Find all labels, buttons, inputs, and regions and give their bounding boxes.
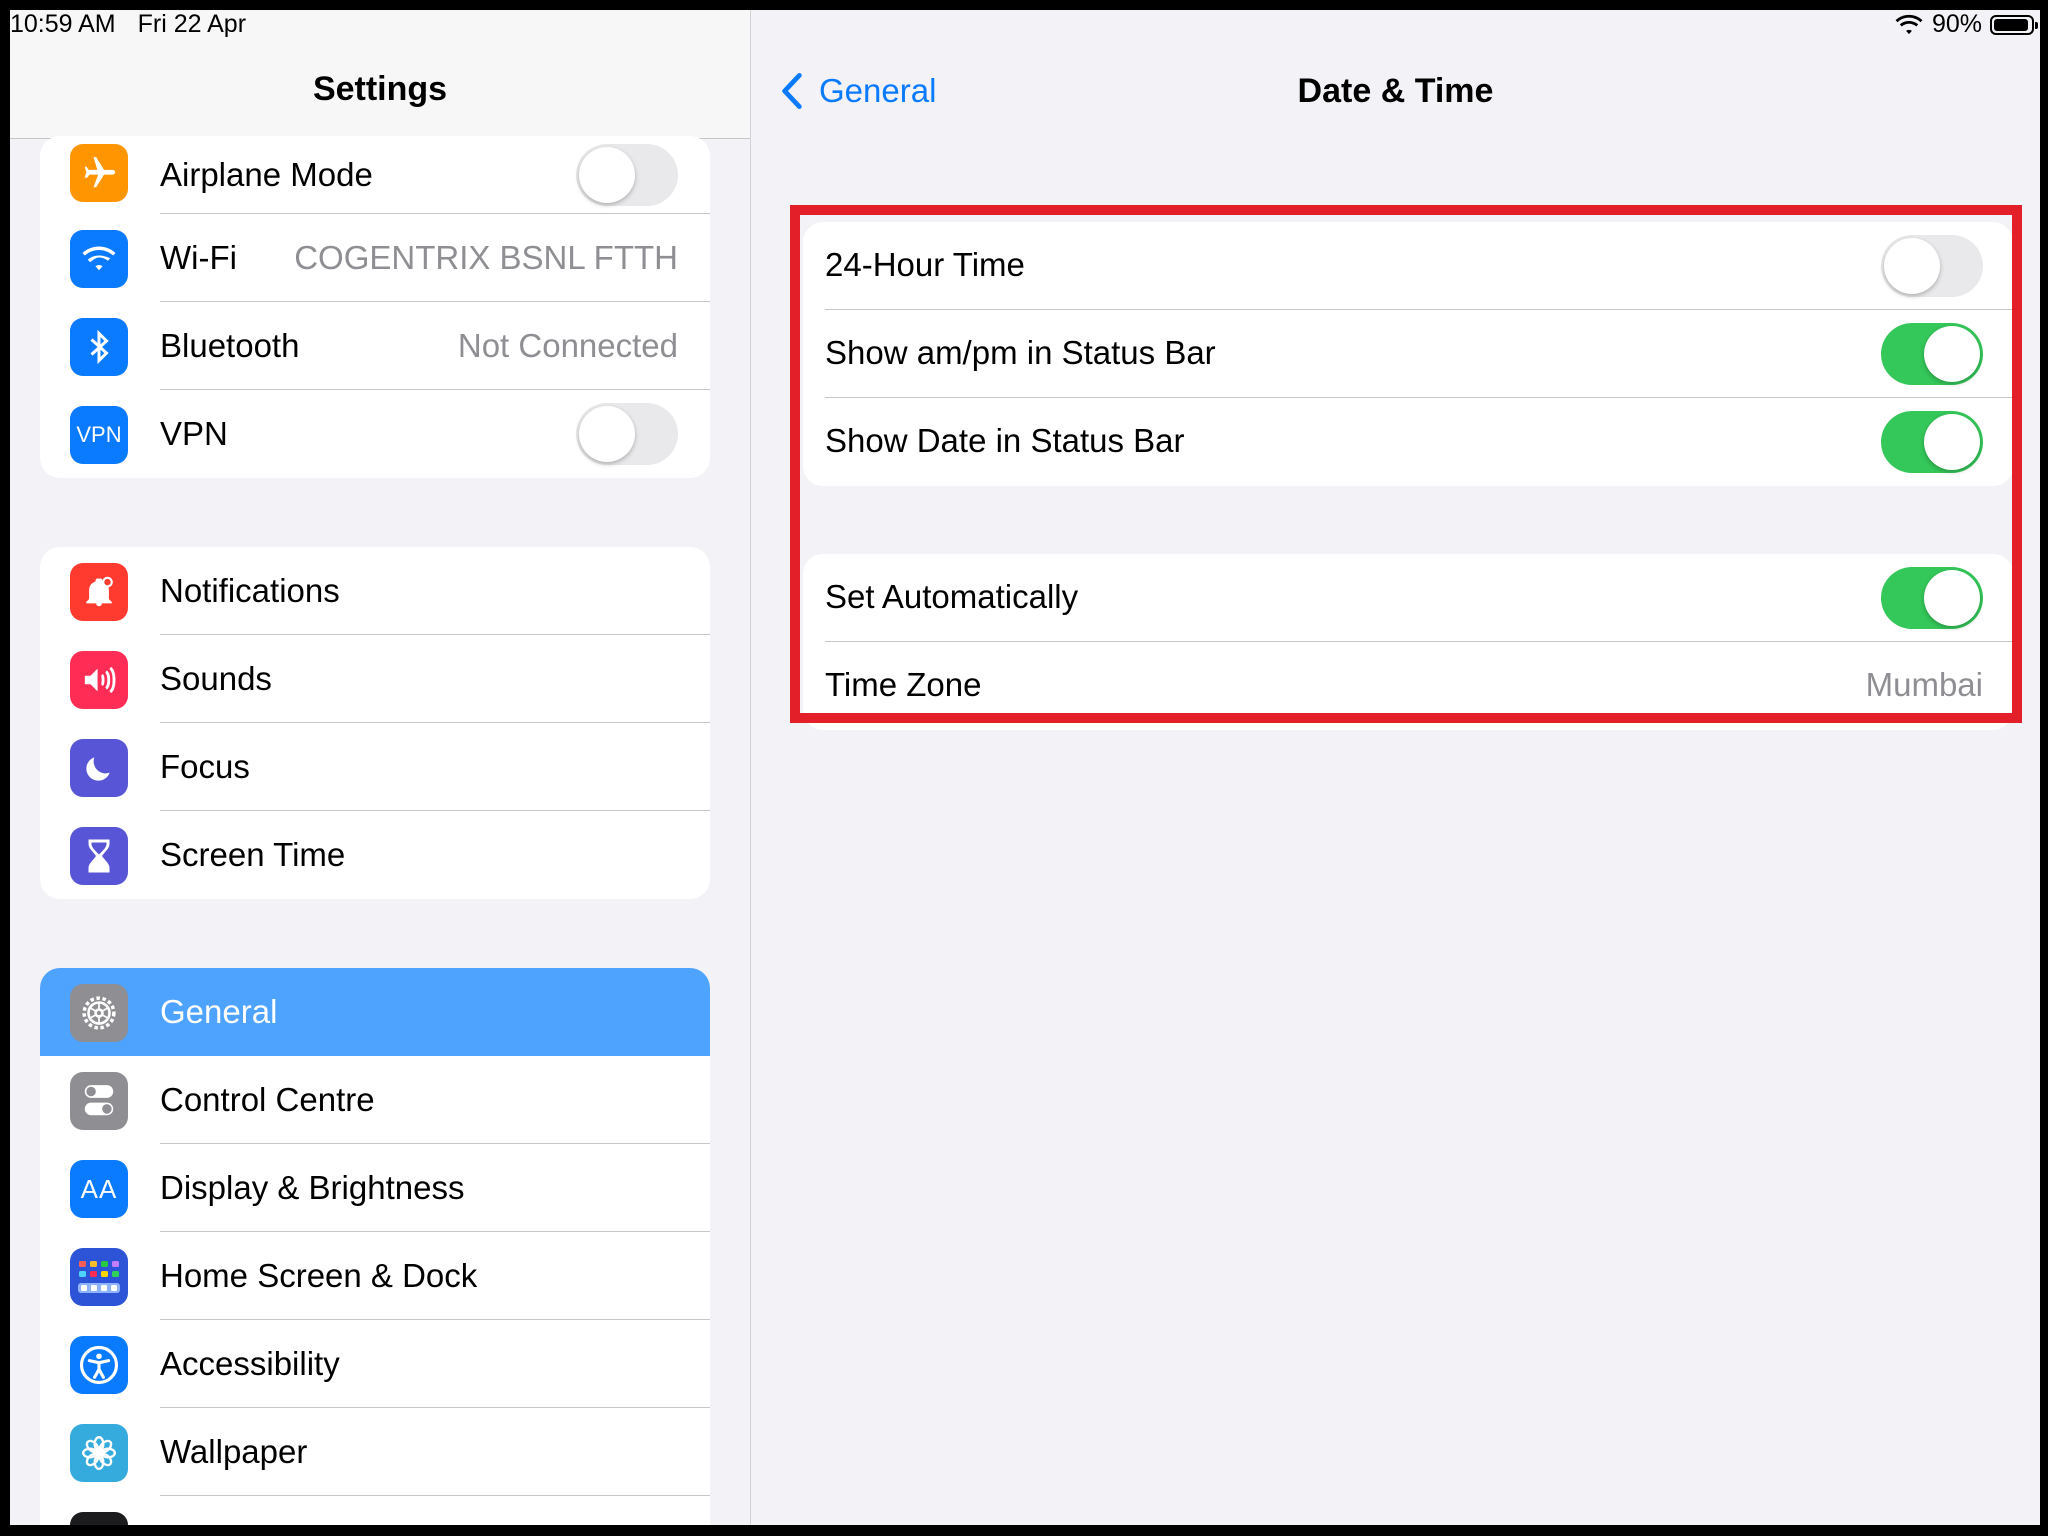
sidebar-title: Settings bbox=[312, 70, 448, 108]
sidebar-item-display-brightness[interactable]: AA Display & Brightness bbox=[40, 1144, 710, 1232]
page-title: Date & Time bbox=[1297, 72, 1494, 110]
bell-icon bbox=[70, 563, 128, 621]
battery-percent: 90% bbox=[1931, 10, 1982, 38]
status-time: 10:59 AM bbox=[10, 10, 116, 38]
date-time-pane: Date & Time General 24-Hour Time Show am… bbox=[751, 10, 2040, 1525]
status-date: Fri 22 Apr bbox=[137, 10, 247, 38]
airplane-mode-toggle[interactable] bbox=[576, 144, 678, 206]
app-grid-icon bbox=[70, 1248, 128, 1306]
text-size-icon: AA bbox=[70, 1160, 128, 1218]
sidebar-item-label: Screen Time bbox=[160, 836, 346, 873]
sidebar-item-label: Sounds bbox=[160, 660, 272, 697]
status-bar-right: 90% bbox=[1894, 10, 2038, 39]
battery-icon bbox=[1990, 14, 2038, 35]
airplane-icon bbox=[70, 144, 128, 202]
wifi-status-icon bbox=[1895, 14, 1923, 34]
settings-sidebar: Settings Airplane Mode Wi-Fi COGENTRIX B… bbox=[10, 10, 751, 1525]
sidebar-item-bluetooth[interactable]: Bluetooth Not Connected bbox=[40, 302, 710, 390]
sidebar-item-control-centre[interactable]: Control Centre bbox=[40, 1056, 710, 1144]
connectivity-group: Airplane Mode Wi-Fi COGENTRIX BSNL FTTH … bbox=[40, 136, 710, 478]
partial-app-icon bbox=[70, 1512, 128, 1525]
sidebar-item-notifications[interactable]: Notifications bbox=[40, 547, 710, 635]
general-group: General Control Centre AA Display & Brig… bbox=[40, 968, 710, 1525]
highlight-box bbox=[790, 205, 2022, 723]
sidebar-item-vpn[interactable]: VPN VPN bbox=[40, 390, 710, 478]
notifications-group: Notifications Sounds Focus Screen Time bbox=[40, 547, 710, 899]
status-bar-left: 10:59 AM Fri 22 Apr bbox=[10, 10, 268, 39]
sidebar-item-screen-time[interactable]: Screen Time bbox=[40, 811, 710, 899]
sidebar-item-label: VPN bbox=[160, 415, 228, 452]
accessibility-icon bbox=[70, 1336, 128, 1394]
switches-icon bbox=[70, 1072, 128, 1130]
sidebar-item-airplane-mode[interactable]: Airplane Mode bbox=[40, 136, 710, 214]
sidebar-item-label: Wi-Fi bbox=[160, 239, 237, 276]
bluetooth-status: Not Connected bbox=[457, 327, 678, 364]
sidebar-item-accessibility[interactable]: Accessibility bbox=[40, 1320, 710, 1408]
back-button[interactable]: General bbox=[781, 72, 936, 110]
flower-icon bbox=[70, 1424, 128, 1482]
sidebar-item-label: Notifications bbox=[160, 572, 340, 609]
sidebar-item-label: Display & Brightness bbox=[160, 1169, 465, 1206]
sidebar-item-sounds[interactable]: Sounds bbox=[40, 635, 710, 723]
sidebar-item-focus[interactable]: Focus bbox=[40, 723, 710, 811]
sidebar-item-partial[interactable] bbox=[40, 1496, 710, 1525]
sidebar-item-wifi[interactable]: Wi-Fi COGENTRIX BSNL FTTH bbox=[40, 214, 710, 302]
sidebar-item-label: Control Centre bbox=[160, 1081, 375, 1118]
wifi-icon bbox=[70, 230, 128, 288]
bluetooth-icon bbox=[70, 318, 128, 376]
back-button-label: General bbox=[819, 72, 937, 109]
moon-icon bbox=[70, 739, 128, 797]
sidebar-item-home-screen-dock[interactable]: Home Screen & Dock bbox=[40, 1232, 710, 1320]
sidebar-item-label: Focus bbox=[160, 748, 250, 785]
gear-icon bbox=[70, 984, 128, 1042]
hourglass-icon bbox=[70, 827, 128, 885]
vpn-toggle[interactable] bbox=[576, 403, 678, 465]
sidebar-item-wallpaper[interactable]: Wallpaper bbox=[40, 1408, 710, 1496]
sidebar-item-label: Airplane Mode bbox=[160, 156, 373, 193]
sidebar-item-general[interactable]: General bbox=[40, 968, 710, 1056]
wifi-network-name: COGENTRIX BSNL FTTH bbox=[294, 239, 678, 276]
vpn-icon: VPN bbox=[70, 406, 128, 464]
chevron-left-icon bbox=[782, 73, 802, 109]
speaker-icon bbox=[70, 651, 128, 709]
sidebar-item-label: Accessibility bbox=[160, 1345, 340, 1382]
ipad-screen: Settings Airplane Mode Wi-Fi COGENTRIX B… bbox=[10, 10, 2040, 1525]
sidebar-item-label: Wallpaper bbox=[160, 1433, 308, 1470]
sidebar-item-label: General bbox=[160, 993, 278, 1030]
sidebar-item-label: Home Screen & Dock bbox=[160, 1257, 478, 1294]
sidebar-item-label: Bluetooth bbox=[160, 327, 300, 364]
